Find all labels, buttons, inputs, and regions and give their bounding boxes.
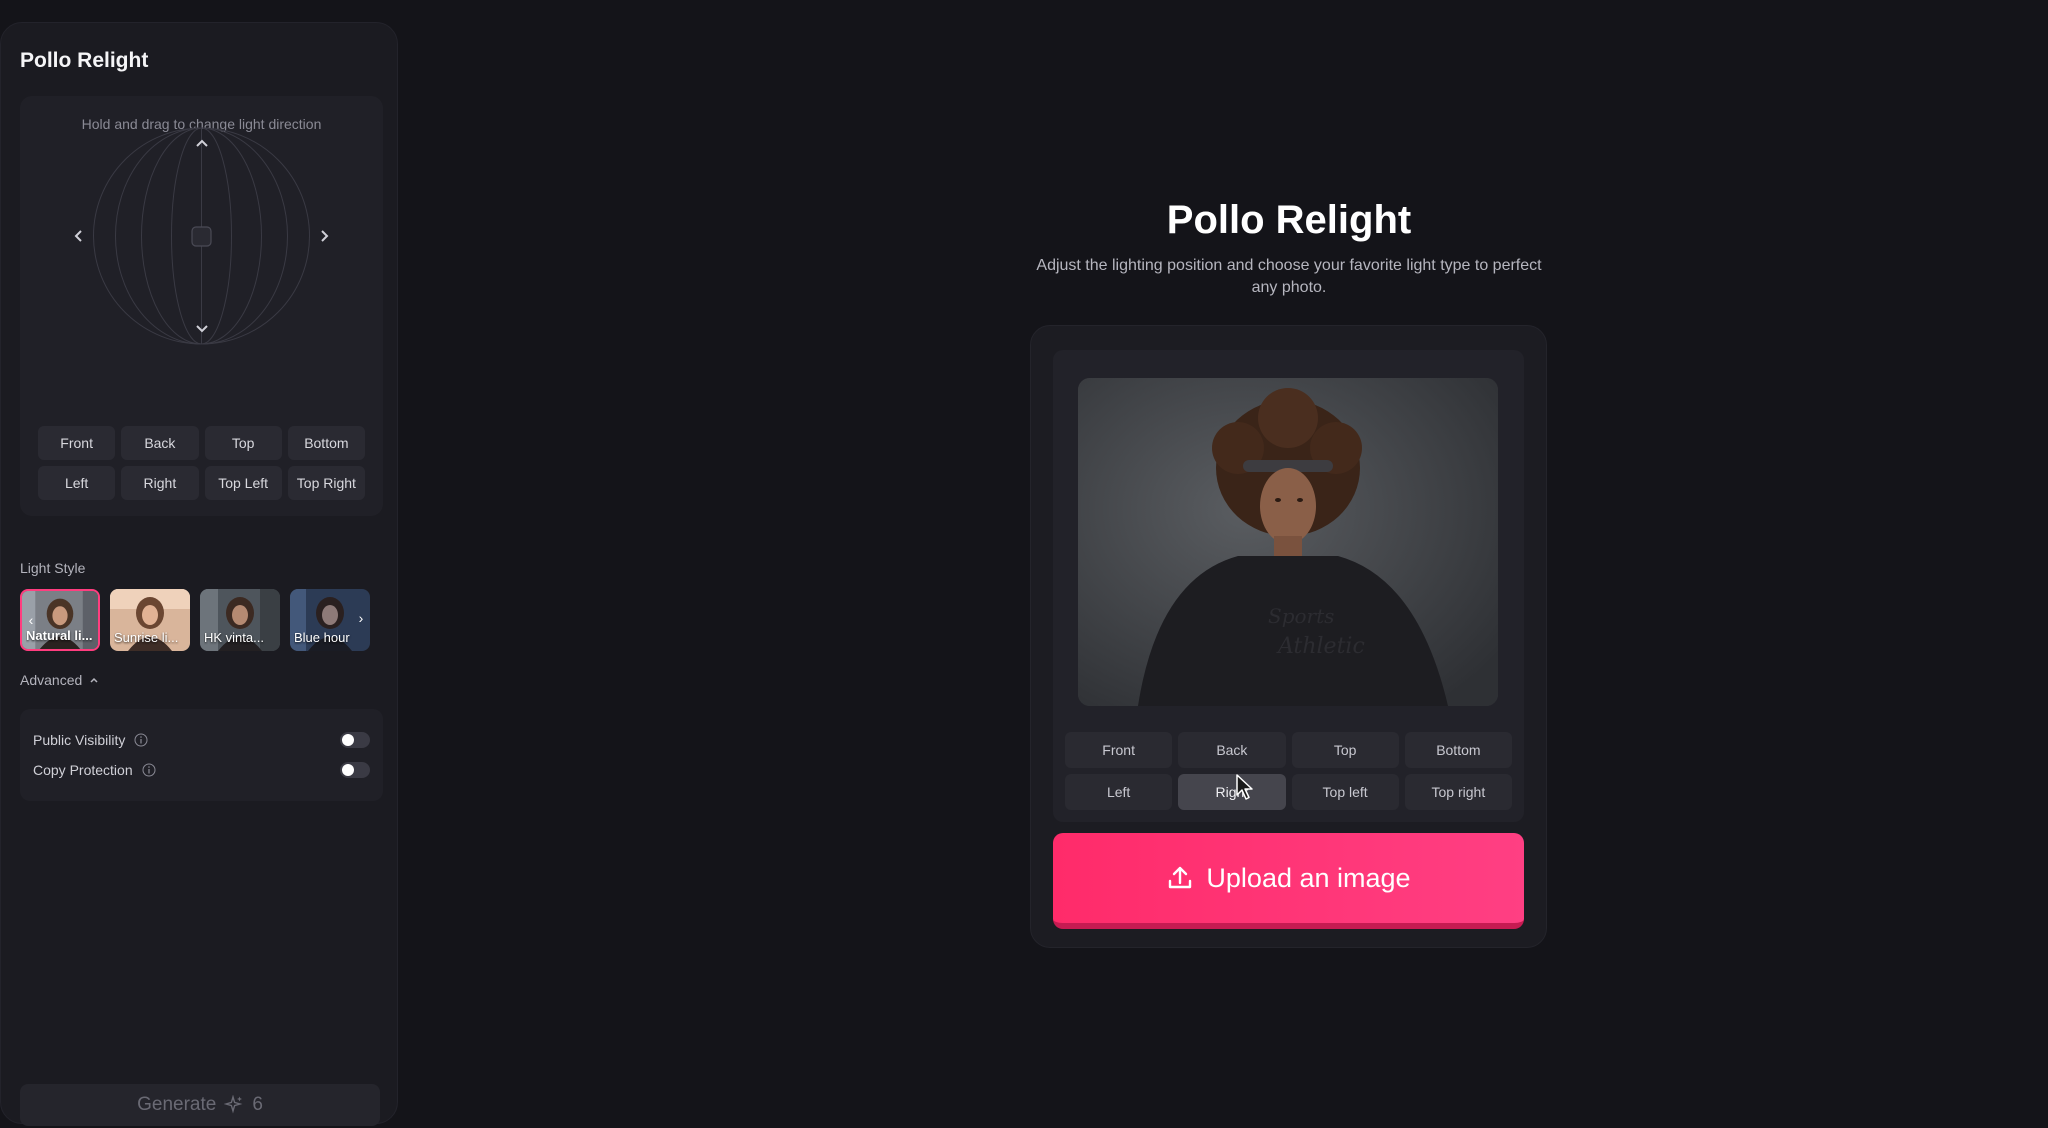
direction-button-top-left[interactable]: Top Left: [204, 466, 282, 500]
mouse-cursor-icon: [1236, 774, 1253, 800]
advanced-panel: Public Visibility Copy Protection: [20, 709, 383, 801]
upload-button[interactable]: Upload an image: [1053, 833, 1524, 929]
light-style-label: Light Style: [20, 560, 86, 576]
style-card-hk-vintage[interactable]: HK vinta...: [200, 589, 280, 651]
carousel-next-icon[interactable]: ›: [354, 609, 368, 627]
position-button-top-right[interactable]: Top right: [1404, 774, 1512, 810]
direction-button-top-right[interactable]: Top Right: [287, 466, 365, 500]
style-caption: HK vinta...: [204, 630, 264, 645]
public-visibility-toggle[interactable]: [340, 732, 370, 748]
public-visibility-row: Public Visibility: [33, 725, 370, 755]
advanced-toggle[interactable]: Advanced: [20, 672, 100, 688]
copy-protection-label: Copy Protection: [33, 762, 133, 778]
direction-button-back[interactable]: Back: [121, 426, 199, 460]
style-card-blue-hour[interactable]: › Blue hour: [290, 589, 370, 651]
arrow-up-icon[interactable]: [190, 131, 214, 155]
page-title: Pollo Relight: [1166, 198, 1412, 242]
generate-button[interactable]: Generate 6: [20, 1084, 380, 1126]
light-direction-sphere[interactable]: [20, 96, 383, 416]
info-icon[interactable]: [142, 763, 156, 777]
direction-button-right[interactable]: Right: [121, 466, 199, 500]
upload-icon: [1169, 866, 1192, 889]
position-button-front[interactable]: Front: [1065, 732, 1173, 768]
style-card-sunrise-light[interactable]: Sunrise li...: [110, 589, 190, 651]
page-subtitle: Adjust the lighting position and choose …: [1036, 257, 1542, 296]
generate-cost: 6: [252, 1094, 263, 1115]
direction-button-left[interactable]: Left: [38, 466, 116, 500]
arrow-left-icon[interactable]: [66, 224, 90, 248]
direction-button-bottom[interactable]: Bottom: [287, 426, 365, 460]
sidebar-title: Pollo Relight: [20, 49, 149, 72]
preview-panel: Sports Athletic Front Back Top Bottom Le…: [1053, 350, 1524, 822]
style-caption: Blue hour: [294, 630, 350, 645]
upload-label: Upload an image: [1206, 862, 1411, 893]
position-button-top-left[interactable]: Top left: [1291, 774, 1399, 810]
style-caption: Sunrise li...: [114, 630, 179, 645]
position-button-left[interactable]: Left: [1065, 774, 1173, 810]
chevron-up-icon: [90, 677, 98, 683]
copy-protection-toggle[interactable]: [340, 762, 370, 778]
style-caption: Natural li...: [26, 628, 93, 643]
position-button-bottom[interactable]: Bottom: [1404, 732, 1512, 768]
light-position-grid: Front Back Top Bottom Left Right Top lef…: [1065, 732, 1512, 810]
position-button-back[interactable]: Back: [1178, 732, 1286, 768]
direction-button-top[interactable]: Top: [204, 426, 282, 460]
style-card-natural-light[interactable]: ‹ Natural li...: [20, 589, 100, 651]
light-direction-panel: Hold and drag to change light direction: [20, 96, 383, 516]
light-style-carousel: ‹ Natural li... Sunrise li... HK vinta..…: [20, 589, 383, 653]
direction-button-front[interactable]: Front: [38, 426, 116, 460]
position-button-right[interactable]: Right: [1178, 774, 1286, 810]
sidebar: Pollo Relight Hold and drag to change li…: [0, 22, 398, 1126]
direction-button-grid: Front Back Top Bottom Left Right Top Lef…: [38, 426, 365, 500]
portrait-image: Sports Athletic: [1078, 378, 1498, 706]
advanced-label: Advanced: [20, 672, 83, 688]
upload-card: Sports Athletic Front Back Top Bottom Le…: [1030, 325, 1547, 948]
svg-text:Athletic: Athletic: [1276, 634, 1365, 659]
position-button-top[interactable]: Top: [1291, 732, 1399, 768]
carousel-prev-icon[interactable]: ‹: [24, 611, 38, 629]
sparkle-icon: [224, 1095, 243, 1114]
arrow-right-icon[interactable]: [313, 224, 337, 248]
arrow-down-icon[interactable]: [190, 317, 214, 341]
svg-text:Sports: Sports: [1268, 604, 1334, 628]
copy-protection-row: Copy Protection: [33, 755, 370, 785]
info-icon[interactable]: [134, 733, 148, 747]
preview-image: Sports Athletic: [1078, 378, 1498, 706]
generate-label: Generate: [137, 1094, 217, 1115]
public-visibility-label: Public Visibility: [33, 732, 126, 748]
